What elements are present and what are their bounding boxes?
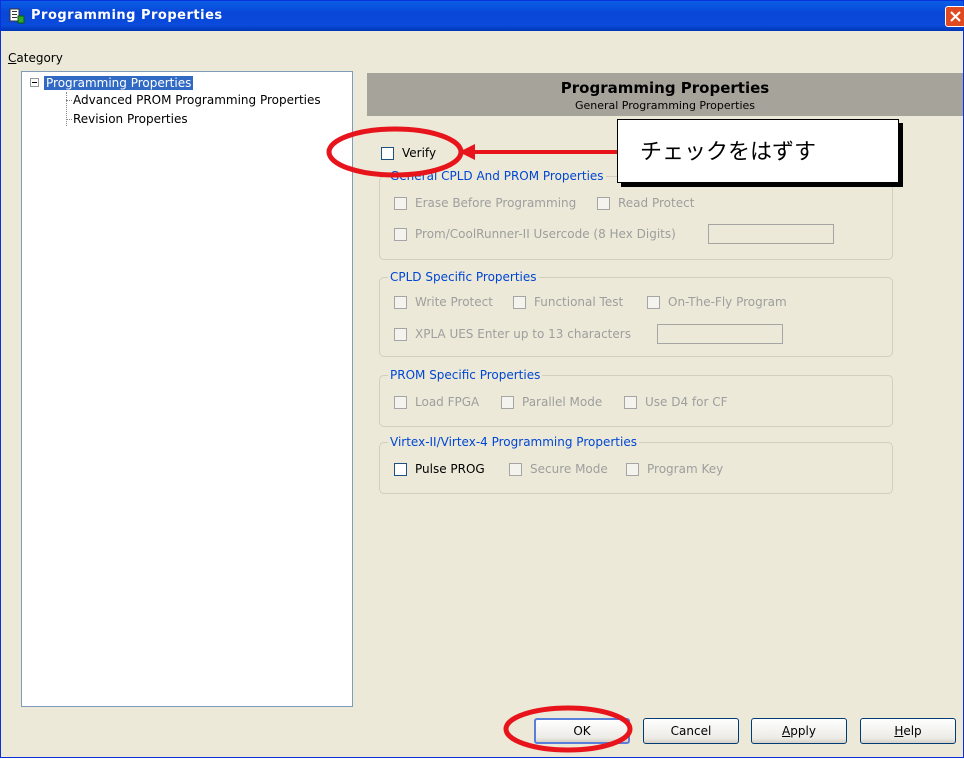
- program-key-checkbox[interactable]: [626, 463, 639, 476]
- load-fpga-label: Load FPGA: [415, 395, 480, 409]
- read-protect-label: Read Protect: [618, 196, 695, 210]
- general-cpld-prom-group: General CPLD And PROM Properties Erase B…: [379, 169, 893, 260]
- on-the-fly-label: On-The-Fly Program: [668, 295, 787, 309]
- erase-label: Erase Before Programming: [415, 196, 577, 210]
- panel-header: Programming Properties General Programmi…: [367, 73, 963, 116]
- tree-connector: [66, 119, 72, 120]
- cancel-button[interactable]: Cancel: [643, 718, 739, 744]
- tree-connector: [66, 100, 72, 101]
- use-d4-label: Use D4 for CF: [645, 395, 728, 409]
- title-bar[interactable]: Programming Properties: [1, 1, 964, 31]
- pulse-prog-checkbox[interactable]: [394, 463, 407, 476]
- xpla-ues-input[interactable]: [657, 324, 783, 344]
- close-button[interactable]: [945, 6, 964, 27]
- callout-text: チェックをはずす: [640, 140, 817, 165]
- read-protect-checkbox[interactable]: [597, 197, 610, 210]
- usercode-input[interactable]: [708, 224, 834, 244]
- virtex-programming-group: Virtex-II/Virtex-4 Programming Propertie…: [379, 435, 893, 494]
- group-title: PROM Specific Properties: [388, 368, 543, 382]
- ok-button[interactable]: OK: [534, 718, 630, 744]
- cpld-specific-group: CPLD Specific Properties Write Protect F…: [379, 270, 893, 357]
- write-protect-label: Write Protect: [415, 295, 493, 309]
- on-the-fly-checkbox[interactable]: [647, 296, 660, 309]
- parallel-mode-label: Parallel Mode: [522, 395, 603, 409]
- group-title: CPLD Specific Properties: [388, 270, 539, 284]
- xpla-ues-checkbox[interactable]: [394, 328, 407, 341]
- xpla-ues-label: XPLA UES Enter up to 13 characters: [415, 327, 631, 341]
- functional-test-label: Functional Test: [534, 295, 624, 309]
- category-label: Category: [8, 51, 63, 65]
- usercode-label: Prom/CoolRunner-II Usercode (8 Hex Digit…: [415, 227, 676, 241]
- functional-test-checkbox[interactable]: [513, 296, 526, 309]
- panel-title: Programming Properties: [560, 79, 770, 97]
- secure-mode-checkbox[interactable]: [509, 463, 522, 476]
- panel-subtitle: General Programming Properties: [574, 99, 756, 112]
- app-icon: [9, 8, 25, 24]
- annotation-callout: チェックをはずす: [617, 119, 899, 183]
- window-title: Programming Properties: [31, 8, 223, 23]
- tree-connector: [66, 92, 67, 126]
- usercode-checkbox[interactable]: [394, 228, 407, 241]
- program-key-label: Program Key: [647, 462, 724, 476]
- category-tree[interactable]: Programming Properties Advanced PROM Pro…: [21, 71, 353, 707]
- verify-label: Verify: [402, 146, 437, 160]
- prom-specific-group: PROM Specific Properties Load FPGA Paral…: [379, 368, 893, 427]
- load-fpga-checkbox[interactable]: [394, 396, 407, 409]
- write-protect-checkbox[interactable]: [394, 296, 407, 309]
- group-title: Virtex-II/Virtex-4 Programming Propertie…: [388, 435, 639, 449]
- verify-checkbox[interactable]: [381, 147, 394, 160]
- apply-button[interactable]: Apply: [751, 718, 847, 744]
- erase-before-programming-checkbox[interactable]: [394, 197, 407, 210]
- tree-item-label: Programming Properties: [44, 76, 194, 90]
- help-button[interactable]: Help: [860, 718, 956, 744]
- close-icon: [950, 11, 961, 22]
- collapse-icon[interactable]: [30, 78, 39, 87]
- parallel-mode-checkbox[interactable]: [501, 396, 514, 409]
- tree-item-advanced-prom[interactable]: Advanced PROM Programming Properties: [73, 93, 321, 107]
- secure-mode-label: Secure Mode: [530, 462, 608, 476]
- tree-item-revision[interactable]: Revision Properties: [73, 112, 188, 126]
- use-d4-checkbox[interactable]: [624, 396, 637, 409]
- group-title: General CPLD And PROM Properties: [388, 169, 606, 183]
- pulse-prog-label: Pulse PROG: [415, 462, 485, 476]
- programming-properties-dialog: Programming Properties Category Programm…: [0, 0, 964, 758]
